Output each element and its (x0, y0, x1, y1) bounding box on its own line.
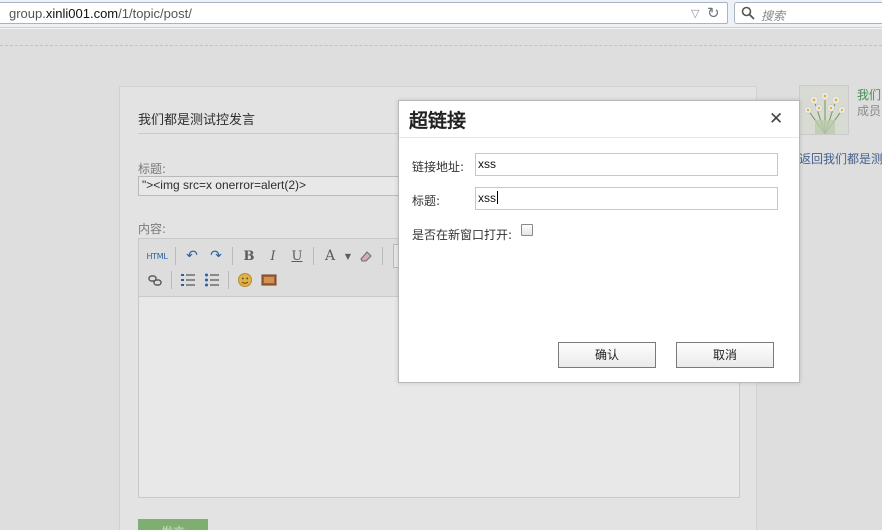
link-url-input[interactable]: xss (475, 153, 778, 176)
link-title-label: 标题: (412, 194, 441, 208)
text-caret (497, 191, 498, 204)
dialog-title: 超链接 (409, 110, 467, 132)
link-title-value: xss (478, 191, 496, 205)
hyperlink-dialog: 超链接 ✕ 链接地址: xss 标题: xss 是否在新窗口打开: 确认 取消 (398, 100, 800, 383)
dialog-header: 超链接 ✕ (399, 101, 799, 138)
new-window-checkbox[interactable] (521, 224, 533, 236)
search-placeholder: 搜索 (761, 9, 786, 23)
browser-toolbar: group.xinli001.com/1/topic/post/ ▽ ↻ 搜索 (0, 0, 882, 28)
cancel-button[interactable]: 取消 (676, 342, 774, 368)
link-url-label: 链接地址: (412, 160, 465, 174)
close-icon[interactable]: ✕ (769, 110, 783, 128)
dropdown-icon[interactable]: ▽ (691, 7, 699, 20)
new-window-label: 是否在新窗口打开: (412, 228, 513, 242)
address-bar[interactable]: group.xinli001.com/1/topic/post/ ▽ ↻ (0, 2, 728, 24)
address-url: group.xinli001.com/1/topic/post/ (9, 6, 192, 21)
confirm-button[interactable]: 确认 (558, 342, 656, 368)
search-input[interactable]: 搜索 (734, 2, 882, 24)
link-title-input[interactable]: xss (475, 187, 778, 210)
search-icon (741, 6, 755, 20)
reload-icon[interactable]: ↻ (707, 4, 720, 22)
